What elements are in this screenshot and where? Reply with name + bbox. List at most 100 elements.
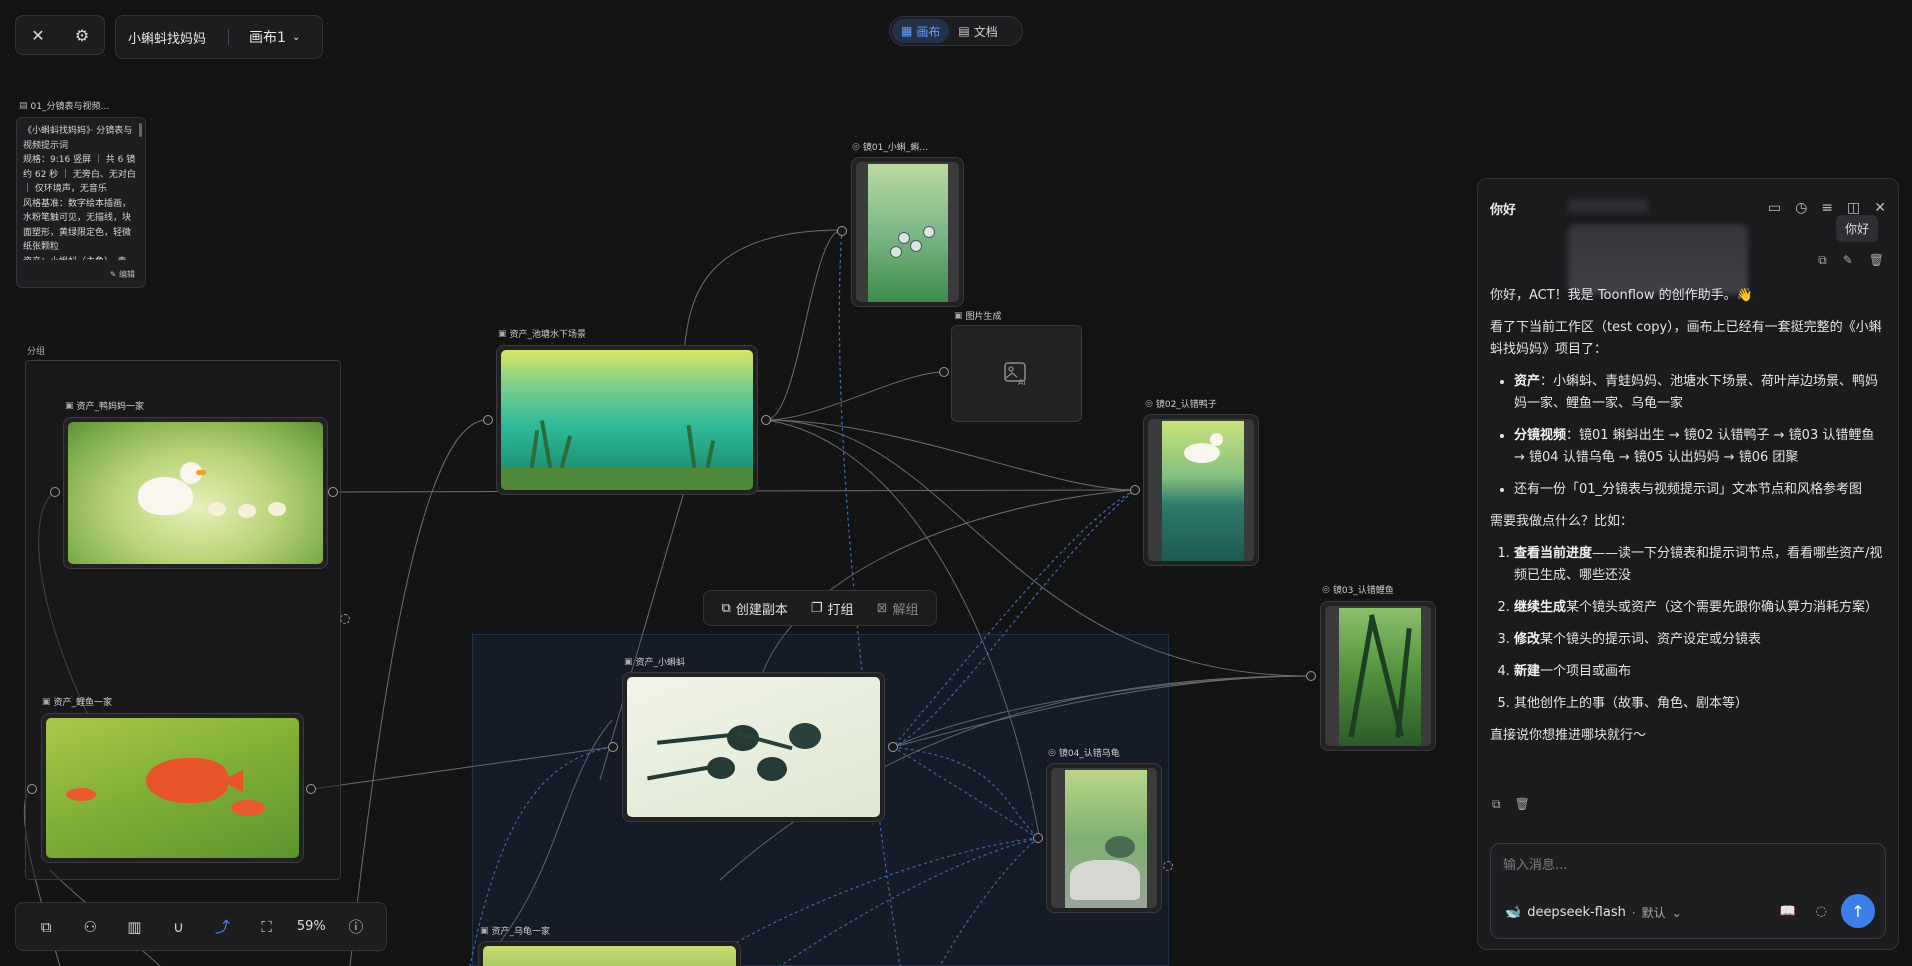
magnet-icon[interactable]: ∪ xyxy=(164,913,192,941)
close-icon[interactable]: ✕ xyxy=(25,22,51,48)
copy-icon[interactable]: ⧉ xyxy=(32,913,60,941)
item-bold: 分镜视频 xyxy=(1514,428,1567,443)
history-icon[interactable]: ◷ xyxy=(1795,200,1807,216)
node-label-shot01: ◎ 镜01_小蝌_蝌… xyxy=(852,140,929,154)
model-name: deepseek-flash xyxy=(1527,905,1626,920)
node-tadpole[interactable] xyxy=(622,672,885,822)
new-chat-icon[interactable]: ▭ xyxy=(1768,200,1781,216)
edit-button[interactable]: ✎ 编辑 xyxy=(110,269,135,280)
loading-icon[interactable]: ◌ xyxy=(1816,904,1827,919)
input-port[interactable] xyxy=(837,226,847,236)
tab-document[interactable]: ▤ 文档 xyxy=(949,19,1006,43)
output-port[interactable] xyxy=(328,487,338,497)
send-button[interactable]: ↑ xyxy=(1841,894,1875,928)
closing: 直接说你想推进哪块就行～ xyxy=(1490,728,1647,743)
shot03-image xyxy=(1325,606,1431,746)
node-duck-family[interactable] xyxy=(63,417,328,569)
group-button[interactable]: ❐ 打组 xyxy=(811,599,854,618)
close-icon[interactable]: ✕ xyxy=(1874,200,1886,216)
trash-icon[interactable]: 🗑 xyxy=(1515,797,1530,812)
node-title: 图片生成 xyxy=(965,312,1002,322)
node-carp-family[interactable] xyxy=(41,713,304,863)
text-node[interactable]: 《小蝌蚪找妈妈》· 分镜表与视频提示词 规格：9:16 竖屏 ｜ 共 6 镜约 … xyxy=(16,117,146,288)
settings-sliders-icon[interactable]: ≡ xyxy=(1821,200,1833,216)
input-port[interactable] xyxy=(939,367,949,377)
duplicate-label: 创建副本 xyxy=(735,602,788,618)
map-icon[interactable]: ▥ xyxy=(120,913,148,941)
connector-icon[interactable]: ⤴ xyxy=(209,913,237,941)
output-port[interactable] xyxy=(1163,861,1173,871)
item-text: ：镜01 蝌蚪出生 → 镜02 认错鸭子 → 镜03 认错鲤鱼 → 镜04 认错… xyxy=(1514,428,1875,465)
node-shot01[interactable] xyxy=(851,157,964,307)
book-icon[interactable]: 📖 xyxy=(1779,904,1795,919)
model-selector[interactable]: 🐋 deepseek-flash · 默认 ⌄ xyxy=(1505,904,1682,921)
tab-canvas[interactable]: ▦ 画布 xyxy=(892,19,950,43)
model-mode: 默认 xyxy=(1641,906,1666,920)
zoom-level[interactable]: 59% xyxy=(297,919,326,934)
edit-icon[interactable]: ✎ xyxy=(1843,253,1853,268)
input-port[interactable] xyxy=(1033,833,1043,843)
item-bold: 查看当前进度 xyxy=(1514,546,1593,561)
ungroup-label: 解组 xyxy=(892,602,919,618)
node-shot04[interactable] xyxy=(1046,763,1162,913)
trash-icon[interactable]: 🗑 xyxy=(1869,253,1884,268)
copy-icon[interactable]: ⧉ xyxy=(1818,253,1827,268)
chevron-down-icon: ⌄ xyxy=(291,31,301,43)
view-mode-switch: ▦ 画布 ▤ 文档 xyxy=(889,16,1023,46)
duplicate-button[interactable]: ⧉ 创建副本 xyxy=(722,599,788,618)
user-message-actions: ⧉ ✎ 🗑 xyxy=(1818,253,1884,268)
output-port[interactable] xyxy=(761,415,771,425)
copy-icon[interactable]: ⧉ xyxy=(1492,797,1501,812)
item-text: 某个镜头或资产（这个需要先跟你确认算力消耗方案） xyxy=(1566,600,1879,615)
carp-family-image xyxy=(46,718,299,858)
input-port[interactable] xyxy=(1130,485,1140,495)
output-port[interactable] xyxy=(306,784,316,794)
canvas-selector[interactable]: 画布1 ⌄ xyxy=(249,27,300,47)
image-icon: ▣ xyxy=(624,656,633,667)
image-icon: ▣ xyxy=(954,310,963,321)
fit-screen-icon[interactable]: ⛶ xyxy=(253,913,281,941)
item-bold: 资产 xyxy=(1514,374,1541,389)
node-pond-scene[interactable] xyxy=(496,345,758,495)
window-controls: ✕ ⚙ xyxy=(15,15,105,55)
group-port[interactable] xyxy=(340,614,350,624)
group-label: 打组 xyxy=(827,602,854,618)
text-node-body: 《小蝌蚪找妈妈》· 分镜表与视频提示词 规格：9:16 竖屏 ｜ 共 6 镜约 … xyxy=(23,126,136,260)
arrow-up-icon: ↑ xyxy=(1851,901,1865,921)
node-title: 镜03_认错鲤鱼 xyxy=(1332,586,1394,596)
gear-icon[interactable]: ⚙ xyxy=(69,22,95,48)
document-icon: ▤ xyxy=(19,100,28,111)
item-text: 一个项目或画布 xyxy=(1540,664,1632,679)
node-turtle-family[interactable] xyxy=(478,941,741,966)
input-port[interactable] xyxy=(1306,671,1316,681)
item-text: 还有一份「01_分镜表与视频提示词」文本节点和风格参考图 xyxy=(1514,482,1863,497)
hierarchy-icon[interactable]: ⚇ xyxy=(76,913,104,941)
model-logo-icon: 🐋 xyxy=(1505,905,1522,920)
intro: 看了下当前工作区（test copy），画布上已经有一套挺完整的《小蝌蚪找妈妈》… xyxy=(1490,320,1882,357)
video-icon: ◎ xyxy=(852,141,860,152)
message-input[interactable] xyxy=(1503,858,1873,873)
project-name[interactable]: 小蝌蚪找妈妈 xyxy=(128,28,206,47)
input-port[interactable] xyxy=(27,784,37,794)
input-port[interactable] xyxy=(483,415,493,425)
output-port[interactable] xyxy=(888,742,898,752)
input-port[interactable] xyxy=(608,742,618,752)
shot02-image xyxy=(1148,419,1254,561)
node-shot03[interactable] xyxy=(1320,601,1436,751)
node-title: 镜01_小蝌_蝌… xyxy=(862,143,929,153)
copy-icon: ⧉ xyxy=(721,600,731,616)
ungroup-button[interactable]: ⊠ 解组 xyxy=(877,599,919,618)
node-image-generation[interactable]: AI xyxy=(951,325,1082,422)
scrollbar[interactable] xyxy=(139,123,142,137)
ai-image-icon: AI xyxy=(1003,361,1025,386)
help-icon[interactable]: ⓘ xyxy=(342,913,370,941)
assistant-message-actions: ⧉ 🗑 xyxy=(1492,797,1530,812)
node-shot02[interactable] xyxy=(1143,414,1259,566)
panel-layout-icon[interactable]: ◫ xyxy=(1847,200,1860,216)
list-item: 资产：小蝌蚪、青蛙妈妈、池塘水下场景、荷叶岸边场景、鸭妈妈一家、鲤鱼一家、乌龟一… xyxy=(1514,371,1886,415)
node-title: 资产_乌龟一家 xyxy=(491,927,551,937)
tooltip: 你好 xyxy=(1836,215,1879,242)
input-port[interactable] xyxy=(50,487,60,497)
group-icon: ❐ xyxy=(810,600,823,616)
chat-header: 你好 ▭ ◷ ≡ ◫ ✕ xyxy=(1490,197,1886,219)
